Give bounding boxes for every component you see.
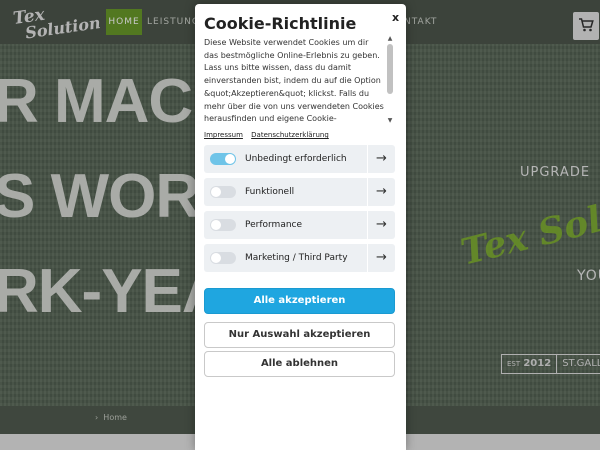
impressum-link[interactable]: Impressum [204, 131, 243, 139]
category-label: Funktionell [245, 187, 295, 197]
toggle-knob [211, 253, 221, 263]
dialog-title: Cookie-Richtlinie [204, 14, 357, 33]
accept-selection-button[interactable]: Nur Auswahl akzeptieren [204, 322, 395, 348]
description-scrollbar[interactable]: ▲ ▼ [386, 36, 394, 124]
functional-toggle[interactable] [210, 186, 236, 198]
category-marketing: Marketing / Third Party → [204, 244, 395, 272]
toggle-knob [211, 187, 221, 197]
arrow-right-icon[interactable]: → [367, 244, 395, 272]
category-label: Marketing / Third Party [245, 253, 348, 263]
scroll-up-icon[interactable]: ▲ [386, 36, 394, 42]
toggle-knob [211, 220, 221, 230]
close-button[interactable]: x [392, 11, 399, 24]
category-label: Unbedingt erforderlich [245, 154, 347, 164]
accept-all-button[interactable]: Alle akzeptieren [204, 288, 395, 314]
category-label: Performance [245, 220, 303, 230]
scroll-down-icon[interactable]: ▼ [386, 118, 394, 124]
category-functional: Funktionell → [204, 178, 395, 206]
category-performance: Performance → [204, 211, 395, 239]
arrow-right-icon[interactable]: → [367, 145, 395, 173]
legal-links: Impressum Datenschutzerklärung [204, 131, 335, 139]
toggle-knob [225, 154, 235, 164]
scrollbar-thumb[interactable] [387, 44, 393, 94]
performance-toggle[interactable] [210, 219, 236, 231]
privacy-policy-link[interactable]: Datenschutzerklärung [251, 131, 329, 139]
cookie-dialog: Cookie-Richtlinie x Diese Website verwen… [195, 4, 406, 450]
category-necessary: Unbedingt erforderlich → [204, 145, 395, 173]
cookie-description: Diese Website verwendet Cookies um dir d… [204, 38, 384, 123]
necessary-toggle[interactable] [210, 153, 236, 165]
arrow-right-icon[interactable]: → [367, 211, 395, 239]
reject-all-button[interactable]: Alle ablehnen [204, 351, 395, 377]
arrow-right-icon[interactable]: → [367, 178, 395, 206]
marketing-toggle[interactable] [210, 252, 236, 264]
